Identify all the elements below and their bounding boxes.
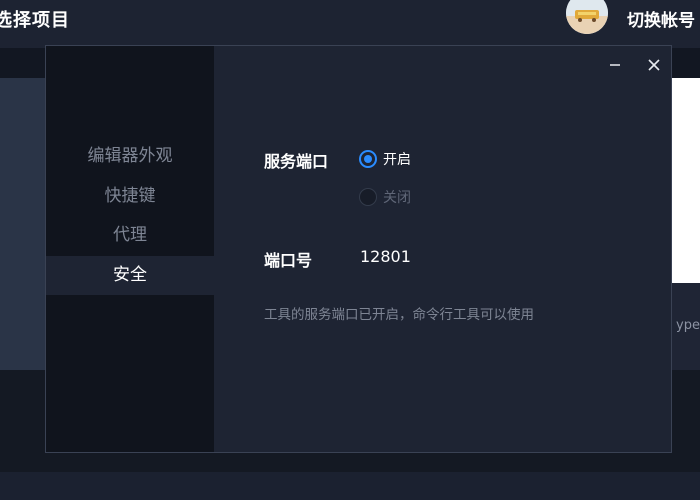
radio-unchecked-icon <box>359 188 377 206</box>
switch-account-button[interactable]: 切换帐号 <box>627 6 695 31</box>
service-port-label: 服务端口 <box>264 152 329 171</box>
background-panel <box>0 78 46 370</box>
radio-enable[interactable]: 开启 <box>359 149 411 169</box>
avatar[interactable] <box>566 0 608 34</box>
page-title: 选择项目 <box>0 10 70 31</box>
sidebar-item-proxy[interactable]: 代理 <box>46 216 214 255</box>
radio-enable-label: 开启 <box>383 152 411 168</box>
minimize-icon <box>610 64 620 66</box>
app-header: 选择项目 切换帐号 <box>0 0 700 48</box>
close-button[interactable] <box>643 54 665 76</box>
settings-sidebar: 编辑器外观 快捷键 代理 安全 <box>46 46 214 452</box>
radio-disable[interactable]: 关闭 <box>359 187 411 207</box>
radio-checked-icon <box>359 150 377 168</box>
security-hint-text: 工具的服务端口已开启，命令行工具可以使用 <box>264 307 534 323</box>
port-number-label: 端口号 <box>264 251 313 270</box>
sidebar-item-security[interactable]: 安全 <box>46 256 214 295</box>
sidebar-item-shortcuts[interactable]: 快捷键 <box>46 177 214 216</box>
avatar-image-icon <box>566 0 608 34</box>
close-icon <box>648 59 660 71</box>
background-panel <box>672 78 700 283</box>
sidebar-item-editor-appearance[interactable]: 编辑器外观 <box>46 137 214 176</box>
background-text: ype <box>676 318 700 333</box>
port-number-value: 12801 <box>360 247 411 266</box>
radio-disable-label: 关闭 <box>383 190 411 206</box>
settings-dialog: 编辑器外观 快捷键 代理 安全 服务端口 开启 关闭 端口号 12801 工具的… <box>45 45 672 453</box>
minimize-button[interactable] <box>604 54 626 76</box>
